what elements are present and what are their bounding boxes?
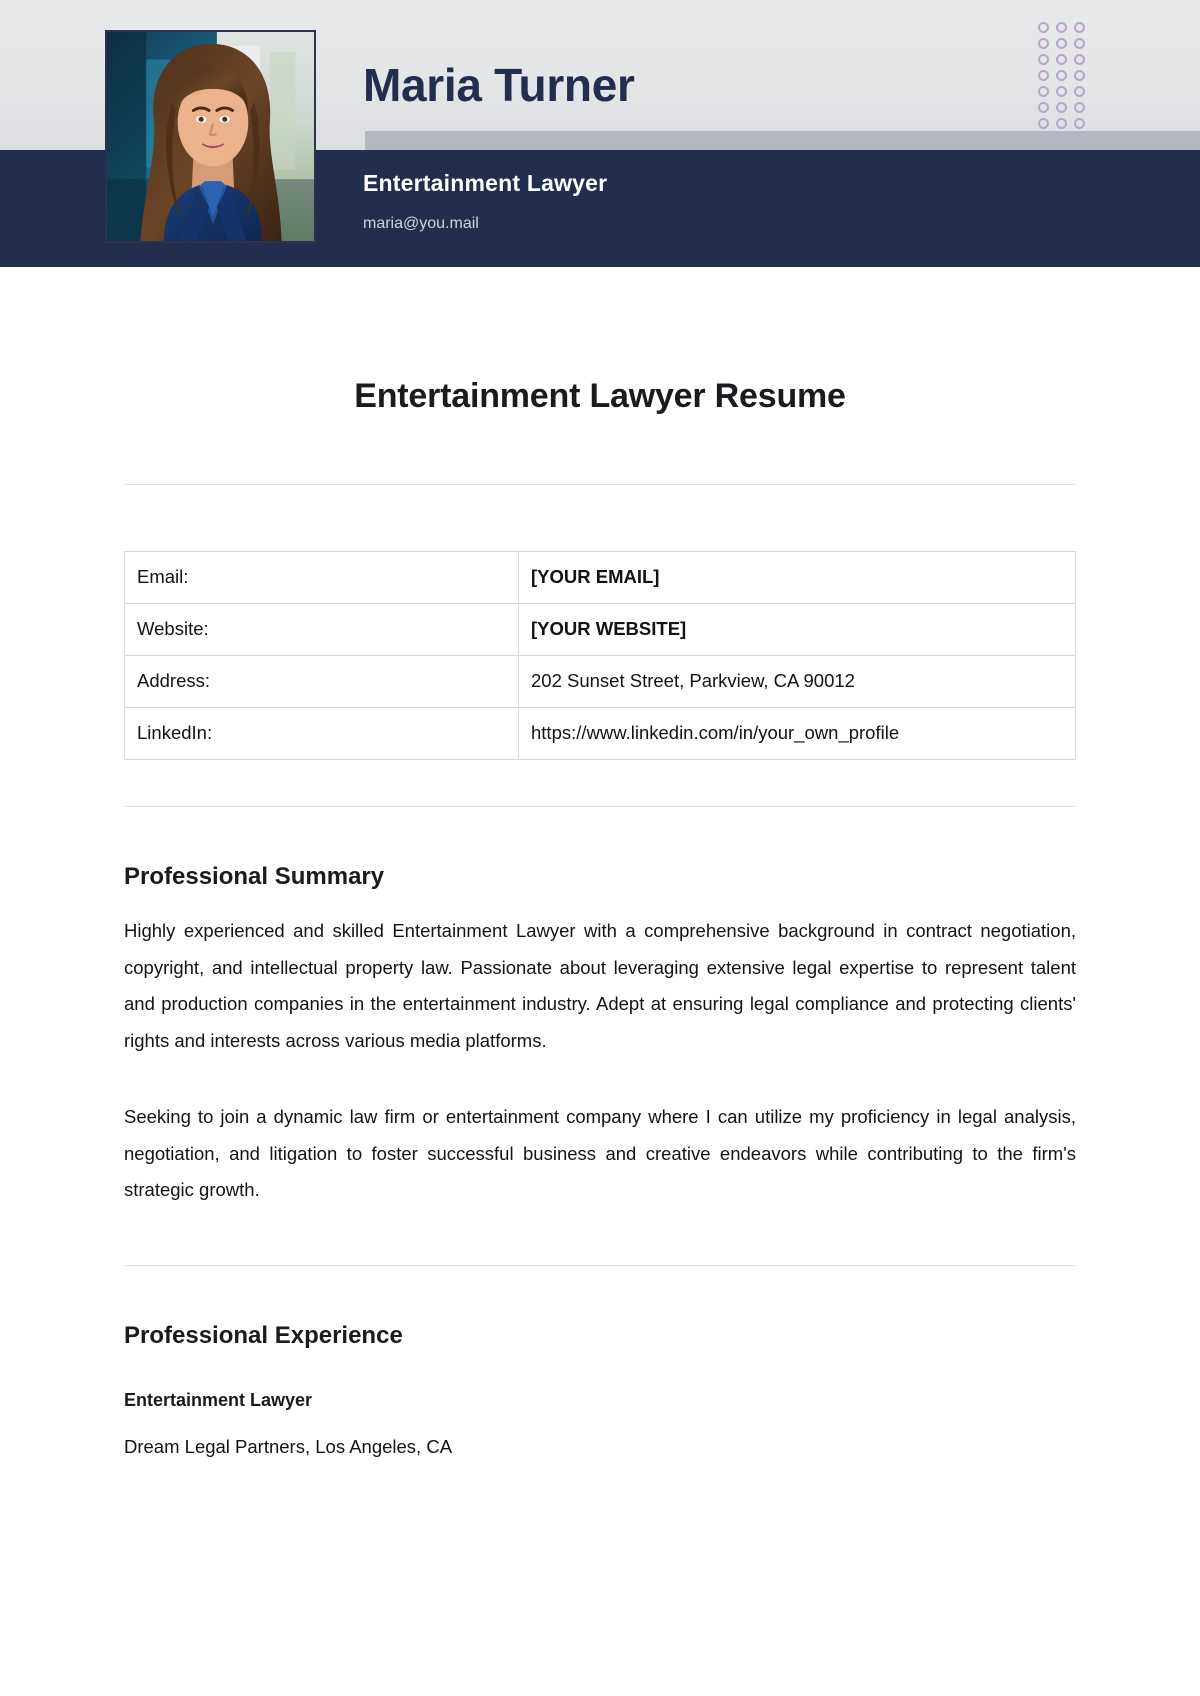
contact-value-email[interactable]: [YOUR EMAIL] bbox=[518, 551, 1076, 604]
document-title: Entertainment Lawyer Resume bbox=[354, 377, 846, 415]
section-heading-professional-summary: Professional Summary bbox=[124, 863, 385, 890]
dot-icon bbox=[1038, 86, 1049, 97]
dot-icon bbox=[1074, 102, 1085, 113]
contact-table: Email: [YOUR EMAIL] Website: [YOUR WEBSI… bbox=[124, 551, 1076, 760]
table-row: Address: 202 Sunset Street, Parkview, CA… bbox=[124, 655, 1076, 708]
dot-icon bbox=[1056, 70, 1067, 81]
divider bbox=[124, 1264, 1076, 1266]
avatar bbox=[105, 30, 316, 243]
dot-icon bbox=[1038, 70, 1049, 81]
page-title: Maria Turner bbox=[363, 59, 635, 111]
dot-icon bbox=[1056, 22, 1067, 33]
dot-icon bbox=[1074, 118, 1085, 129]
divider bbox=[124, 806, 1076, 807]
contact-label-address: Address: bbox=[124, 655, 519, 708]
table-row: LinkedIn: https://www.linkedin.com/in/yo… bbox=[124, 707, 1076, 760]
dot-icon bbox=[1056, 86, 1067, 97]
section-heading-professional-experience: Professional Experience bbox=[124, 1321, 403, 1349]
contact-value-linkedin[interactable]: https://www.linkedin.com/in/your_own_pro… bbox=[518, 707, 1076, 760]
dot-icon bbox=[1038, 22, 1049, 33]
dot-grid-decoration bbox=[1038, 22, 1092, 134]
contact-value-address[interactable]: 202 Sunset Street, Parkview, CA 90012 bbox=[518, 655, 1076, 708]
header-job-title: Entertainment Lawyer bbox=[363, 170, 608, 196]
dot-icon bbox=[1038, 54, 1049, 65]
header-email: maria@you.mail bbox=[363, 215, 479, 232]
dot-icon bbox=[1074, 54, 1085, 65]
contact-label-website: Website: bbox=[124, 603, 519, 656]
experience-company: Dream Legal Partners, Los Angeles, CA bbox=[124, 1435, 453, 1457]
dot-icon bbox=[1056, 38, 1067, 49]
table-row: Website: [YOUR WEBSITE] bbox=[124, 603, 1076, 656]
dot-icon bbox=[1074, 70, 1085, 81]
dot-icon bbox=[1056, 54, 1067, 65]
dot-icon bbox=[1074, 86, 1085, 97]
contact-value-website[interactable]: [YOUR WEBSITE] bbox=[518, 603, 1076, 656]
contact-label-email: Email: bbox=[124, 551, 519, 604]
table-row: Email: [YOUR EMAIL] bbox=[124, 551, 1076, 604]
resume-body: Entertainment Lawyer Resume Email: [YOUR… bbox=[0, 377, 1200, 1458]
dot-icon bbox=[1038, 38, 1049, 49]
summary-paragraph-2: Seeking to join a dynamic law firm or en… bbox=[124, 1106, 1076, 1200]
resume-page: Maria Turner Entertainment Lawyer maria@… bbox=[0, 0, 1200, 1696]
resume-header: Maria Turner Entertainment Lawyer maria@… bbox=[0, 0, 1200, 267]
dot-icon bbox=[1056, 102, 1067, 113]
dot-icon bbox=[1074, 22, 1085, 33]
experience-role: Entertainment Lawyer bbox=[124, 1389, 313, 1410]
dot-icon bbox=[1056, 118, 1067, 129]
dot-icon bbox=[1038, 118, 1049, 129]
contact-label-linkedin: LinkedIn: bbox=[124, 707, 519, 760]
divider bbox=[124, 484, 1076, 485]
dot-icon bbox=[1038, 102, 1049, 113]
summary-paragraph-1: Highly experienced and skilled Entertain… bbox=[124, 920, 1076, 1051]
dot-icon bbox=[1074, 38, 1085, 49]
